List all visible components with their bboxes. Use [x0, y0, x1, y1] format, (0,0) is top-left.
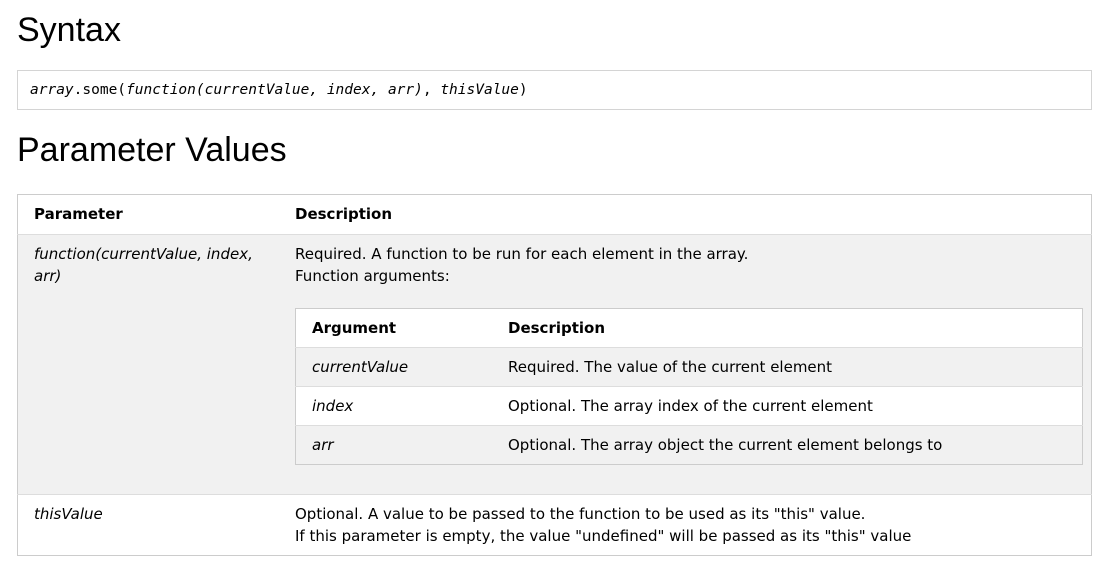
description-line: Optional. A value to be passed to the fu… — [295, 505, 866, 523]
parameter-description: Required. A function to be run for each … — [279, 235, 1092, 495]
code-method: .some( — [73, 82, 127, 98]
parameter-column-header: Parameter — [17, 194, 279, 235]
argument-description: Required. The value of the current eleme… — [492, 347, 1083, 387]
parameter-values-heading: Parameter Values — [17, 131, 287, 169]
description-column-header: Description — [279, 194, 1092, 235]
argument-column-header: Argument — [295, 308, 492, 348]
table-row: index Optional. The array index of the c… — [295, 386, 1083, 426]
code-callback: function(currentValue, index, arr) — [126, 82, 423, 98]
code-separator: , — [422, 82, 441, 98]
argument-name: arr — [295, 425, 492, 465]
description-line: Required. A function to be run for each … — [295, 245, 749, 263]
table-row: function(currentValue, index, arr) Requi… — [17, 234, 1092, 495]
syntax-heading: Syntax — [17, 11, 121, 49]
table-row: currentValue Required. The value of the … — [295, 347, 1083, 387]
syntax-code-block: array.some(function(currentValue, index,… — [17, 70, 1092, 110]
parameter-table: Parameter Description function(currentVa… — [17, 194, 1092, 556]
arguments-table-header-row: Argument Description — [295, 308, 1083, 348]
parameter-name: function(currentValue, index, arr) — [34, 245, 253, 285]
table-row: thisValue Optional. A value to be passed… — [17, 494, 1092, 556]
description-line: If this parameter is empty, the value "u… — [295, 527, 912, 545]
argument-name: currentValue — [295, 347, 492, 387]
argument-name: index — [295, 386, 492, 426]
code-this-arg: thisValue — [440, 82, 519, 98]
code-object: array — [30, 82, 74, 98]
table-row: arr Optional. The array object the curre… — [295, 425, 1083, 465]
parameter-table-header-row: Parameter Description — [17, 194, 1092, 235]
code-close: ) — [518, 82, 528, 98]
parameter-name: thisValue — [17, 494, 279, 556]
description-line: Function arguments: — [295, 267, 450, 285]
argument-description-column-header: Description — [492, 308, 1083, 348]
argument-description: Optional. The array index of the current… — [492, 386, 1083, 426]
arguments-table: Argument Description currentValue Requir… — [295, 308, 1083, 465]
argument-description: Optional. The array object the current e… — [492, 425, 1083, 465]
parameter-description: Optional. A value to be passed to the fu… — [279, 494, 1092, 556]
